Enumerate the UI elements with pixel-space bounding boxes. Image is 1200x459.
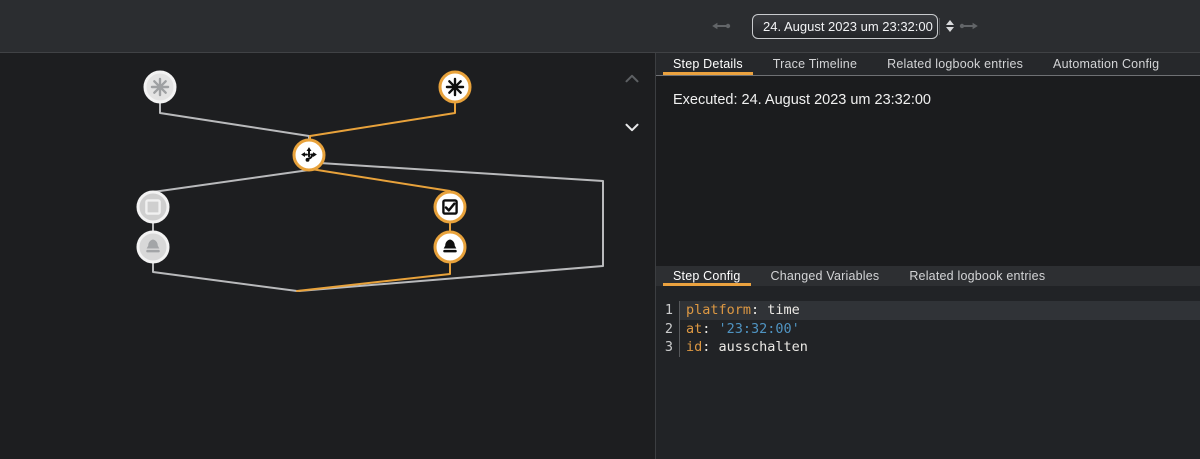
graph-node-service-right[interactable] bbox=[435, 232, 465, 262]
ray-end-arrow-left-icon bbox=[709, 14, 733, 38]
previous-trace-button[interactable] bbox=[708, 13, 734, 39]
next-trace-button[interactable] bbox=[956, 13, 982, 39]
select-next-node-button[interactable] bbox=[621, 116, 643, 138]
chevron-up-icon bbox=[621, 68, 643, 90]
graph-edge-active bbox=[310, 103, 455, 140]
line-number: 1 bbox=[656, 301, 680, 320]
tab-automation-config[interactable]: Automation Config bbox=[1043, 53, 1169, 75]
yaml-editor[interactable]: 1platform: time2at: '23:32:00'3id: aussc… bbox=[656, 286, 1200, 459]
details-tabbar: Step Details Trace Timeline Related logboo… bbox=[656, 53, 1200, 76]
ray-start-arrow-right-icon bbox=[957, 14, 981, 38]
code-line: 1platform: time bbox=[656, 301, 1200, 320]
trace-graph-panel bbox=[0, 53, 656, 459]
graph-edge-idle bbox=[153, 170, 309, 192]
trace-graph bbox=[0, 53, 656, 459]
code-text: platform: time bbox=[680, 301, 1200, 320]
select-previous-node-button[interactable] bbox=[621, 68, 643, 90]
graph-edge-active bbox=[311, 169, 450, 191]
line-number: 3 bbox=[656, 338, 680, 357]
trace-toolbar: 24. August 2023 um 23:32:00 bbox=[0, 0, 1200, 53]
code-line: 3id: ausschalten bbox=[656, 338, 1200, 357]
graph-node-trigger-1[interactable] bbox=[145, 72, 175, 102]
code-text: id: ausschalten bbox=[680, 338, 1200, 357]
executed-timestamp: Executed: 24. August 2023 um 23:32:00 bbox=[673, 92, 1183, 108]
graph-node-condition-left[interactable] bbox=[138, 192, 168, 222]
tab-step-details[interactable]: Step Details bbox=[663, 53, 753, 75]
asterisk-icon bbox=[447, 79, 463, 95]
graph-node-service-left[interactable] bbox=[138, 232, 168, 262]
graph-edge-idle bbox=[153, 263, 297, 291]
trace-select-value: 24. August 2023 um 23:32:00 bbox=[763, 19, 933, 34]
graph-node-choose[interactable] bbox=[294, 140, 324, 170]
asterisk-icon bbox=[152, 79, 168, 95]
graph-edge-active bbox=[297, 263, 450, 291]
graph-node-condition-right[interactable] bbox=[435, 192, 465, 222]
config-tabbar: Step Config Changed Variables Related logb… bbox=[656, 266, 1200, 286]
tab-related-logbook-entries[interactable]: Related logbook entries bbox=[899, 266, 1055, 286]
code-line: 2at: '23:32:00' bbox=[656, 320, 1200, 339]
graph-edge-idle bbox=[160, 103, 309, 140]
tab-related-logbook-entries[interactable]: Related logbook entries bbox=[877, 53, 1033, 75]
line-number: 2 bbox=[656, 320, 680, 339]
trace-navigation: 24. August 2023 um 23:32:00 bbox=[708, 0, 982, 52]
tab-step-config[interactable]: Step Config bbox=[663, 266, 751, 286]
select-stepper-icon bbox=[939, 18, 954, 35]
chevron-down-icon bbox=[621, 116, 643, 138]
tab-changed-variables[interactable]: Changed Variables bbox=[761, 266, 890, 286]
graph-node-trigger-2[interactable] bbox=[440, 72, 470, 102]
trace-select[interactable]: 24. August 2023 um 23:32:00 bbox=[752, 14, 938, 39]
step-details-content: Executed: 24. August 2023 um 23:32:00 bbox=[656, 76, 1200, 266]
code-text: at: '23:32:00' bbox=[680, 320, 1200, 339]
trace-details-panel: Step Details Trace Timeline Related logboo… bbox=[656, 53, 1200, 459]
tab-trace-timeline[interactable]: Trace Timeline bbox=[763, 53, 867, 75]
automation-trace-app: 24. August 2023 um 23:32:00 bbox=[0, 0, 1200, 459]
